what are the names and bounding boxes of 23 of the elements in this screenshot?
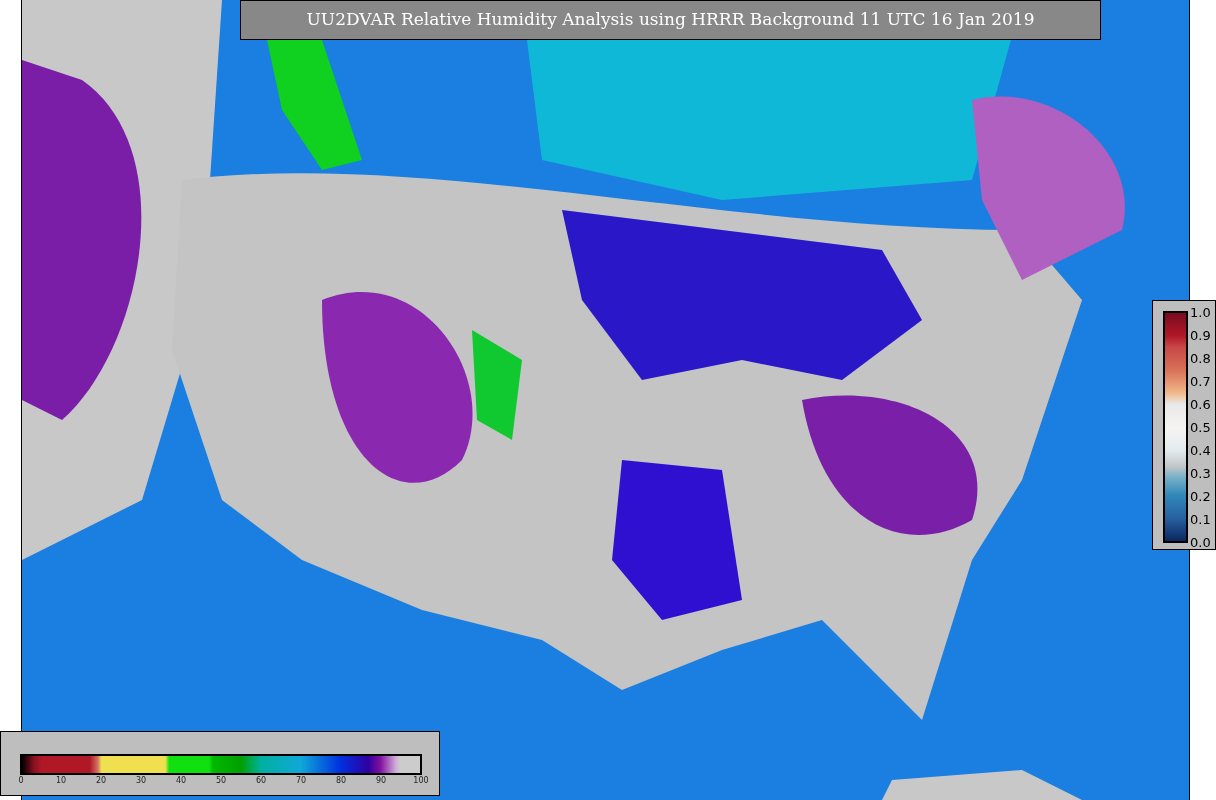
- tick-label: 0.0: [1190, 536, 1211, 550]
- tick-label: 100: [413, 776, 429, 786]
- tick-label: 0.5: [1190, 421, 1211, 435]
- tick-label: 60: [255, 776, 267, 786]
- tick-label: 70: [295, 776, 307, 786]
- tick-label: 0.8: [1190, 352, 1211, 366]
- tick-label: 40: [175, 776, 187, 786]
- tick-label: 90: [375, 776, 387, 786]
- tick-label: 0.6: [1190, 398, 1211, 412]
- tick-label: 0.2: [1190, 490, 1211, 504]
- tick-label: 0.1: [1190, 513, 1211, 527]
- tick-label: 0: [18, 776, 24, 786]
- tick-label: 0.7: [1190, 375, 1211, 389]
- tick-label: 1.0: [1190, 306, 1211, 320]
- map-title: UU2DVAR Relative Humidity Analysis using HRRR Background 11 UTC 16 Jan 2019: [240, 0, 1101, 40]
- tick-label: 10: [55, 776, 67, 786]
- tick-label: 0.3: [1190, 467, 1211, 481]
- tick-label: 20: [95, 776, 107, 786]
- tick-label: 0.4: [1190, 444, 1211, 458]
- tick-label: 0.9: [1190, 329, 1211, 343]
- tick-label: 80: [335, 776, 347, 786]
- tick-label: 50: [215, 776, 227, 786]
- tick-label: 30: [135, 776, 147, 786]
